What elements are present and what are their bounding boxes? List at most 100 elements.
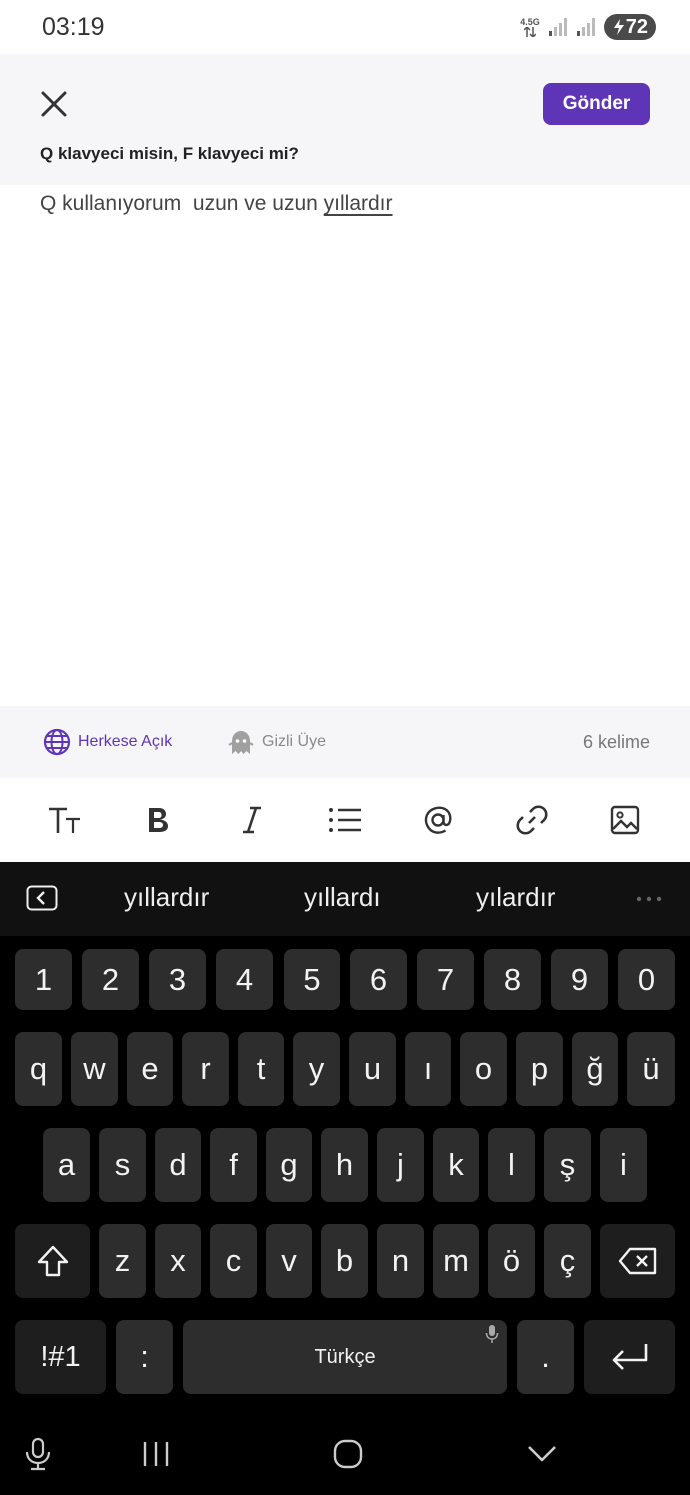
recent-apps-button[interactable] [134,1432,178,1476]
key-o-umlaut[interactable]: ö [488,1224,535,1298]
key-i[interactable]: i [600,1128,647,1202]
key-f[interactable]: f [210,1128,257,1202]
key-l[interactable]: l [488,1128,535,1202]
key-w[interactable]: w [71,1032,118,1106]
answer-editor[interactable]: Q kullanıyorum uzun ve uzun yıllardır [0,185,690,706]
key-u[interactable]: u [349,1032,396,1106]
image-icon [611,805,640,835]
bullet-list-button[interactable] [323,798,367,842]
key-1[interactable]: 1 [15,949,72,1010]
compose-header: Gönder Q klavyeci misin, F klavyeci mi? [0,54,690,185]
colon-key[interactable]: : [116,1320,173,1394]
status-time: 03:19 [42,12,105,41]
key-v[interactable]: v [266,1224,312,1298]
bold-icon [149,808,169,832]
hide-keyboard-button[interactable] [520,1432,564,1476]
key-y[interactable]: y [293,1032,340,1106]
key-dotless-i[interactable]: ı [405,1032,451,1106]
status-icons: 4.5G 72 [520,14,656,40]
text-size-button[interactable] [43,798,87,842]
space-key-label: Türkçe [314,1345,376,1368]
key-3[interactable]: 3 [149,949,206,1010]
suggestion-bar: yıllardır yıllardı yılardır [0,862,690,936]
key-7[interactable]: 7 [417,949,474,1010]
composing-word: yıllardır [323,192,393,215]
public-visibility-option[interactable]: Herkese Açık [43,728,172,756]
key-n[interactable]: n [377,1224,424,1298]
key-u-umlaut[interactable]: ü [627,1032,675,1106]
key-x[interactable]: x [155,1224,201,1298]
key-s[interactable]: s [99,1128,146,1202]
key-m[interactable]: m [433,1224,479,1298]
voice-input-button[interactable] [16,1432,60,1476]
italic-icon [242,806,261,834]
key-2[interactable]: 2 [82,949,139,1010]
backspace-icon [618,1247,656,1275]
bullet-list-icon [328,808,361,832]
send-button[interactable]: Gönder [543,83,650,125]
anonymous-option[interactable]: Gizli Üye [227,728,326,756]
key-h[interactable]: h [321,1128,368,1202]
microphone-icon [25,1437,51,1471]
recent-apps-icon [143,1442,169,1466]
link-icon [516,805,548,835]
key-q[interactable]: q [15,1032,62,1106]
chevron-down-icon [528,1446,556,1462]
space-key[interactable]: Türkçe [183,1320,507,1394]
question-title: Q klavyeci misin, F klavyeci mi? [40,144,299,163]
virtual-keyboard: yıllardır yıllardı yılardır 1 2 3 4 5 6 … [0,862,690,1410]
battery-level: 72 [625,15,648,38]
more-options-icon[interactable] [636,896,662,902]
key-t[interactable]: t [238,1032,284,1106]
key-5[interactable]: 5 [284,949,340,1010]
close-button[interactable] [36,86,72,122]
enter-key[interactable] [584,1320,675,1394]
key-r[interactable]: r [182,1032,229,1106]
battery-indicator: 72 [603,14,656,40]
close-icon [41,91,67,117]
microphone-icon [485,1325,499,1343]
key-c-cedilla[interactable]: ç [544,1224,591,1298]
suggestion-3[interactable]: yılardır [476,882,555,913]
key-a[interactable]: a [43,1128,90,1202]
answer-options-bar: Herkese Açık Gizli Üye 6 kelime [0,706,690,778]
key-o[interactable]: o [460,1032,507,1106]
key-9[interactable]: 9 [551,949,608,1010]
signal-icon-1 [548,18,567,36]
key-c[interactable]: c [210,1224,257,1298]
home-button[interactable] [326,1432,370,1476]
key-6[interactable]: 6 [350,949,407,1010]
key-k[interactable]: k [433,1128,479,1202]
keyboard-collapse-button[interactable] [26,884,58,912]
image-button[interactable] [603,798,647,842]
key-g-breve[interactable]: ğ [572,1032,618,1106]
bold-button[interactable] [136,798,180,842]
italic-button[interactable] [230,798,274,842]
key-d[interactable]: d [155,1128,201,1202]
key-0[interactable]: 0 [618,949,675,1010]
key-p[interactable]: p [516,1032,563,1106]
suggestion-1[interactable]: yıllardır [124,882,209,913]
key-g[interactable]: g [266,1128,312,1202]
answer-text[interactable]: Q kullanıyorum uzun ve uzun yıllardır [40,192,650,216]
mention-button[interactable] [416,798,460,842]
suggestion-2[interactable]: yıllardı [304,882,381,913]
key-s-cedilla[interactable]: ş [544,1128,591,1202]
signal-icon-2 [576,18,595,36]
key-b[interactable]: b [321,1224,368,1298]
shift-key[interactable] [15,1224,90,1298]
key-4[interactable]: 4 [216,949,273,1010]
data-arrows-icon [523,27,536,37]
link-button[interactable] [510,798,554,842]
at-sign-icon [425,806,452,834]
network-type-indicator: 4.5G [520,17,540,37]
period-key[interactable]: . [517,1320,574,1394]
key-j[interactable]: j [377,1128,424,1202]
public-visibility-label: Herkese Açık [78,733,173,750]
status-bar: 03:19 4.5G 72 [0,0,690,54]
key-e[interactable]: e [127,1032,173,1106]
key-z[interactable]: z [99,1224,146,1298]
backspace-key[interactable] [600,1224,675,1298]
symbols-key[interactable]: !#1 [15,1320,106,1394]
key-8[interactable]: 8 [484,949,541,1010]
